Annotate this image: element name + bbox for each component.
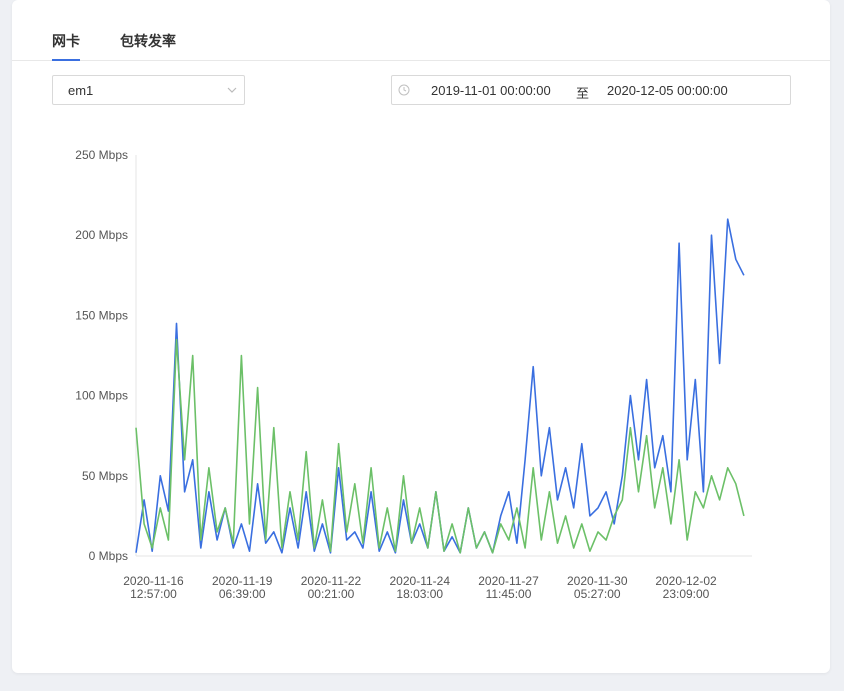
series-line-0: [135, 218, 745, 554]
y-tick-label: 150 Mbps: [75, 308, 128, 322]
y-tick-label: 200 Mbps: [75, 228, 128, 242]
traffic-line-chart: 0 Mbps 50 Mbps 100 Mbps 150 Mbps 200 Mbps 250…: [75, 148, 752, 601]
x-tick-label-date: 2020-11-24: [390, 574, 451, 588]
y-tick-label: 250 Mbps: [75, 148, 128, 162]
x-tick-label-date: 2020-11-30: [567, 574, 628, 588]
x-tick-label-time: 18:03:00: [396, 587, 443, 601]
traffic-card: 网卡 包转发率 em1 2019-11-01 00:00:00 至 2020-1…: [12, 0, 830, 673]
x-tick-label-time: 00:21:00: [308, 587, 355, 601]
y-tick-label: 0 Mbps: [89, 549, 128, 563]
x-tick-label-time: 12:57:00: [130, 587, 177, 601]
x-tick-label-time: 23:09:00: [663, 587, 710, 601]
x-tick-label-date: 2020-11-19: [212, 574, 273, 588]
x-tick-label-date: 2020-12-02: [655, 574, 717, 588]
x-tick-label-date: 2020-11-27: [478, 574, 539, 588]
x-tick-label-date: 2020-11-22: [301, 574, 362, 588]
y-tick-label: 100 Mbps: [75, 389, 128, 403]
x-tick-label-date: 2020-11-16: [123, 574, 184, 588]
x-tick-label-time: 06:39:00: [219, 587, 266, 601]
y-tick-label: 50 Mbps: [82, 469, 128, 483]
x-tick-label-time: 11:45:00: [486, 587, 532, 601]
x-tick-label-time: 05:27:00: [574, 587, 621, 601]
